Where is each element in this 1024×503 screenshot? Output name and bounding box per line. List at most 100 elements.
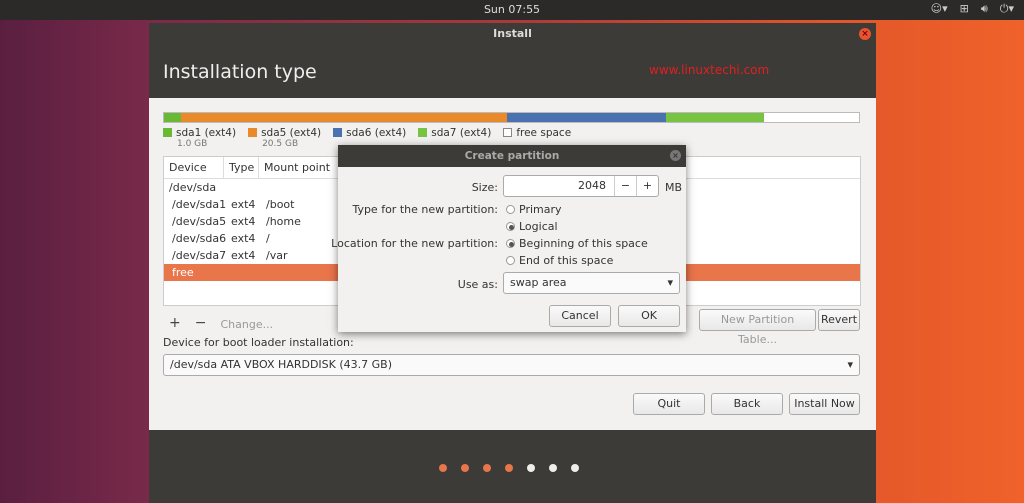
radio-label: Primary [519, 203, 562, 216]
cell-type: ext4 [231, 198, 256, 211]
cell-mount: / [266, 232, 270, 245]
add-partition-button[interactable]: + [169, 315, 181, 335]
legend-name: sda7 (ext4) [431, 127, 492, 139]
radio-icon [506, 256, 515, 265]
radio-label: Beginning of this space [519, 237, 648, 250]
partition-segment [763, 113, 859, 122]
cancel-button[interactable]: Cancel [549, 305, 611, 327]
progress-dot [571, 464, 579, 472]
back-button[interactable]: Back [711, 393, 783, 415]
remove-partition-button[interactable]: − [195, 315, 207, 335]
install-now-button[interactable]: Install Now [789, 393, 860, 415]
cell-device: /dev/sda [169, 181, 217, 194]
ok-button[interactable]: OK [618, 305, 680, 327]
footer [149, 430, 876, 503]
progress-dot [505, 464, 513, 472]
type-label: Type for the new partition: [352, 203, 498, 216]
dropdown-arrow-icon: ▾ [667, 276, 673, 289]
legend-name: sda1 (ext4) [176, 127, 237, 139]
radio-beginning[interactable]: Beginning of this space [506, 237, 648, 250]
legend-item: sda1 (ext4) 1.0 GB [163, 127, 236, 149]
use-as-value: swap area [510, 276, 567, 289]
col-mount[interactable]: Mount point [259, 157, 339, 178]
progress-dot [439, 464, 447, 472]
legend-swatch [418, 128, 428, 137]
window-title: Install [493, 27, 532, 40]
cell-mount: /var [266, 249, 288, 262]
use-as-select[interactable]: swap area ▾ [503, 272, 680, 294]
power-icon[interactable]: ⏻▾ [1000, 2, 1014, 16]
size-label: Size: [471, 181, 498, 194]
legend-swatch [163, 128, 172, 137]
radio-checked-icon [506, 222, 515, 231]
progress-dot [527, 464, 535, 472]
legend-item: sda5 (ext4) 20.5 GB [248, 127, 321, 149]
radio-label: End of this space [519, 254, 614, 267]
legend-swatch [248, 128, 258, 137]
radio-end[interactable]: End of this space [506, 254, 613, 267]
quit-button[interactable]: Quit [633, 393, 705, 415]
legend-swatch [333, 128, 343, 137]
use-as-label: Use as: [457, 278, 498, 291]
partition-bar [163, 112, 860, 123]
legend-name: free space [516, 127, 572, 139]
size-input[interactable]: 2048 [504, 176, 614, 196]
partition-segment [666, 113, 764, 122]
cell-type: ext4 [231, 249, 256, 262]
clock[interactable]: Sun 07:55 [0, 3, 1024, 16]
boot-loader-label: Device for boot loader installation: [163, 336, 354, 349]
cell-type: ext4 [231, 215, 256, 228]
close-icon[interactable]: × [859, 28, 871, 40]
progress-dot [483, 464, 491, 472]
radio-logical[interactable]: Logical [506, 220, 558, 233]
location-label: Location for the new partition: [331, 237, 498, 250]
cell-type [226, 264, 261, 281]
size-spinner[interactable]: 2048 − + [503, 175, 659, 197]
cell-mount: /home [266, 215, 301, 228]
top-bar: Sun 07:55 ☺▾ ⊞ 🔊︎ ⏻▾ [0, 0, 1024, 20]
dropdown-arrow-icon: ▾ [847, 358, 853, 371]
legend-size: 1.0 GB [177, 139, 208, 149]
cell-device: /dev/sda1 [172, 198, 227, 211]
cell-device: /dev/sda7 [172, 249, 227, 262]
create-partition-dialog: Create partition × Size: 2048 − + MB Type… [331, 145, 686, 332]
decrement-button[interactable]: − [614, 176, 636, 196]
cell-device: /dev/sda6 [172, 232, 227, 245]
legend-name: sda5 (ext4) [261, 127, 322, 139]
watermark-text: www.linuxtechi.com [649, 63, 770, 77]
legend-name: sda6 (ext4) [346, 127, 407, 139]
col-device[interactable]: Device [164, 157, 224, 178]
radio-primary[interactable]: Primary [506, 203, 562, 216]
cell-mount: /boot [266, 198, 295, 211]
boot-loader-select[interactable]: /dev/sda ATA VBOX HARDDISK (43.7 GB) ▾ [163, 354, 860, 376]
partition-segment [180, 113, 507, 122]
page-title-text: Installation type [163, 61, 317, 83]
progress-dots [439, 464, 579, 472]
change-partition-button[interactable]: Change... [220, 315, 273, 335]
cell-device: free space [172, 266, 205, 296]
network-icon[interactable]: ⊞ [960, 2, 969, 16]
progress-dot [461, 464, 469, 472]
accessibility-icon[interactable]: ☺▾ [931, 2, 948, 16]
cell-type [226, 179, 261, 196]
boot-loader-value: /dev/sda ATA VBOX HARDDISK (43.7 GB) [170, 358, 393, 371]
cell-device: /dev/sda5 [172, 215, 227, 228]
increment-button[interactable]: + [636, 176, 658, 196]
cell-mount [261, 264, 341, 281]
revert-button[interactable]: Revert [818, 309, 860, 331]
progress-dot [549, 464, 557, 472]
title-bar: Install × [149, 23, 876, 45]
close-icon[interactable]: × [670, 150, 681, 161]
legend-swatch [503, 128, 513, 137]
volume-icon[interactable]: 🔊︎ [981, 2, 988, 16]
dialog-title: Create partition [464, 150, 560, 162]
partition-segment [506, 113, 667, 122]
new-partition-table-button[interactable]: New Partition Table... [699, 309, 816, 346]
col-type[interactable]: Type [224, 157, 259, 178]
cell-type: ext4 [231, 232, 256, 245]
radio-label: Logical [519, 220, 558, 233]
legend-size: 20.5 GB [262, 139, 299, 149]
partition-segment [164, 113, 181, 122]
radio-checked-icon [506, 239, 515, 248]
cell-mount [261, 179, 341, 196]
